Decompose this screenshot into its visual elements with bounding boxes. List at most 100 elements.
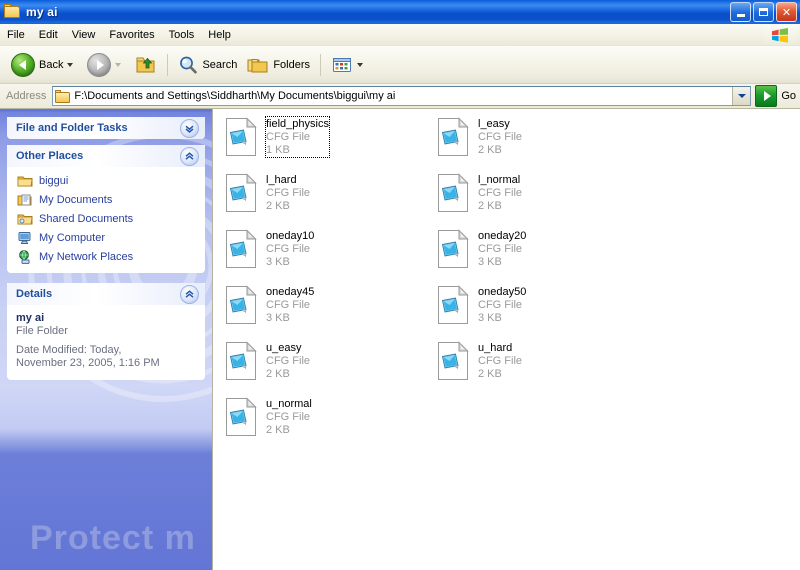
place-label: My Computer [39, 231, 106, 244]
file-size: 2 KB [478, 368, 502, 380]
cfg-file-icon [437, 341, 469, 381]
file-item-field_physics[interactable]: field_physics CFG File 1 KB [225, 116, 425, 173]
title-bar: my ai ✕ [0, 0, 800, 24]
place-label: My Network Places [39, 250, 134, 263]
views-icon [333, 57, 352, 72]
panel-header[interactable]: File and Folder Tasks [7, 117, 205, 139]
menu-file[interactable]: File [0, 26, 32, 44]
panel-header[interactable]: Details [7, 283, 205, 305]
menu-help[interactable]: Help [201, 26, 238, 44]
file-item-oneday45[interactable]: oneday45 CFG File 3 KB [225, 285, 425, 341]
cfg-file-icon [225, 117, 257, 157]
panel-file-and-folder-tasks: File and Folder Tasks [7, 117, 205, 139]
place-label: My Documents [39, 193, 113, 206]
go-button[interactable]: Go [751, 85, 800, 107]
file-size: 1 KB [266, 144, 290, 156]
file-type: CFG File [266, 187, 310, 199]
file-meta: oneday50 CFG File 3 KB [478, 285, 526, 325]
folder-icon [4, 4, 22, 20]
file-item-l_hard[interactable]: l_hard CFG File 2 KB [225, 173, 425, 229]
file-item-oneday20[interactable]: oneday20 CFG File 3 KB [437, 229, 637, 285]
file-item-u_easy[interactable]: u_easy CFG File 2 KB [225, 341, 425, 397]
file-meta: field_physics CFG File 1 KB [265, 116, 330, 158]
file-type: CFG File [478, 131, 522, 143]
file-size: 2 KB [478, 144, 502, 156]
chevron-down-icon [737, 94, 746, 98]
toolbar: Back Search Folders [0, 46, 800, 84]
menu-bar: File Edit View Favorites Tools Help [0, 24, 800, 46]
folders-label: Folders [273, 58, 311, 71]
views-button[interactable] [326, 48, 372, 82]
cfg-file-icon [437, 117, 469, 157]
folder-icon [17, 173, 33, 189]
menu-view[interactable]: View [65, 26, 103, 44]
search-button[interactable]: Search [173, 48, 242, 82]
address-input[interactable]: F:\Documents and Settings\Siddharth\My D… [52, 86, 752, 106]
place-label: Shared Documents [39, 212, 134, 225]
restore-button[interactable] [753, 2, 774, 22]
file-item-l_normal[interactable]: l_normal CFG File 2 KB [437, 173, 637, 229]
file-item-u_hard[interactable]: u_hard CFG File 2 KB [437, 341, 637, 397]
file-name: u_easy [266, 342, 302, 354]
details-type: File Folder [16, 325, 68, 337]
file-name: oneday45 [266, 286, 315, 298]
file-item-u_normal[interactable]: u_normal CFG File 2 KB [225, 397, 425, 453]
back-button[interactable]: Back [6, 48, 82, 82]
panel-details: Details my ai File Folder Date Modified:… [7, 283, 205, 380]
file-size: 2 KB [266, 368, 290, 380]
explorer-window: my ai ✕ File Edit View Favorites Tools H… [0, 0, 800, 570]
file-list[interactable]: field_physics CFG File 1 KB l_easy CFG F… [212, 109, 800, 570]
menu-favorites[interactable]: Favorites [102, 26, 161, 44]
my-documents-icon [17, 192, 33, 208]
windows-flag-icon [764, 25, 796, 45]
cfg-file-icon [225, 285, 257, 325]
watermark-text: Protect m [30, 519, 196, 557]
forward-dropdown-icon [115, 62, 122, 67]
place-my-documents[interactable]: My Documents [13, 190, 199, 209]
file-item-l_easy[interactable]: l_easy CFG File 2 KB [437, 117, 637, 173]
forward-button[interactable] [82, 48, 130, 82]
panel-body: my ai File Folder Date Modified: Today, … [7, 305, 205, 380]
menu-edit[interactable]: Edit [32, 26, 65, 44]
forward-arrow-icon [87, 52, 112, 77]
chevron-down-icon[interactable] [180, 118, 199, 138]
file-meta: l_hard CFG File 2 KB [266, 173, 310, 213]
file-item-oneday10[interactable]: oneday10 CFG File 3 KB [225, 229, 425, 285]
file-size: 2 KB [266, 424, 290, 436]
chevron-up-icon[interactable] [180, 146, 199, 166]
panel-title-file-and-folder-tasks: File and Folder Tasks [16, 122, 128, 134]
file-meta: u_normal CFG File 2 KB [266, 397, 312, 437]
minimize-button[interactable] [730, 2, 751, 22]
panel-header[interactable]: Other Places [7, 145, 205, 167]
file-meta: l_normal CFG File 2 KB [478, 173, 522, 213]
place-biggui[interactable]: biggui [13, 171, 199, 190]
back-dropdown-icon[interactable] [67, 62, 74, 67]
address-label: Address [6, 90, 47, 102]
views-dropdown-icon[interactable] [357, 62, 364, 67]
up-folder-icon [136, 57, 155, 72]
toolbar-separator-1 [167, 53, 169, 76]
place-shared-documents[interactable]: Shared Documents [13, 209, 199, 228]
cfg-file-icon [437, 285, 469, 325]
shared-documents-icon [17, 211, 33, 227]
place-my-network-places[interactable]: My Network Places [13, 247, 199, 266]
address-dropdown-button[interactable] [732, 87, 751, 105]
folders-button[interactable]: Folders [242, 48, 315, 82]
close-button[interactable]: ✕ [776, 2, 797, 22]
file-item-oneday50[interactable]: oneday50 CFG File 3 KB [437, 285, 637, 341]
file-meta: l_easy CFG File 2 KB [478, 117, 522, 157]
place-label: biggui [39, 174, 69, 187]
file-type: CFG File [266, 243, 310, 255]
up-button[interactable] [130, 48, 162, 82]
place-my-computer[interactable]: My Computer [13, 228, 199, 247]
close-icon: ✕ [781, 5, 792, 19]
panel-other-places: Other Places biggui My Documents Shared … [7, 145, 205, 273]
file-size: 2 KB [266, 200, 290, 212]
file-name: field_physics [266, 118, 329, 130]
file-size: 3 KB [266, 256, 290, 268]
file-name: oneday10 [266, 230, 315, 242]
folder-icon [55, 89, 71, 103]
file-type: CFG File [478, 243, 522, 255]
menu-tools[interactable]: Tools [162, 26, 202, 44]
chevron-up-icon[interactable] [180, 284, 199, 304]
